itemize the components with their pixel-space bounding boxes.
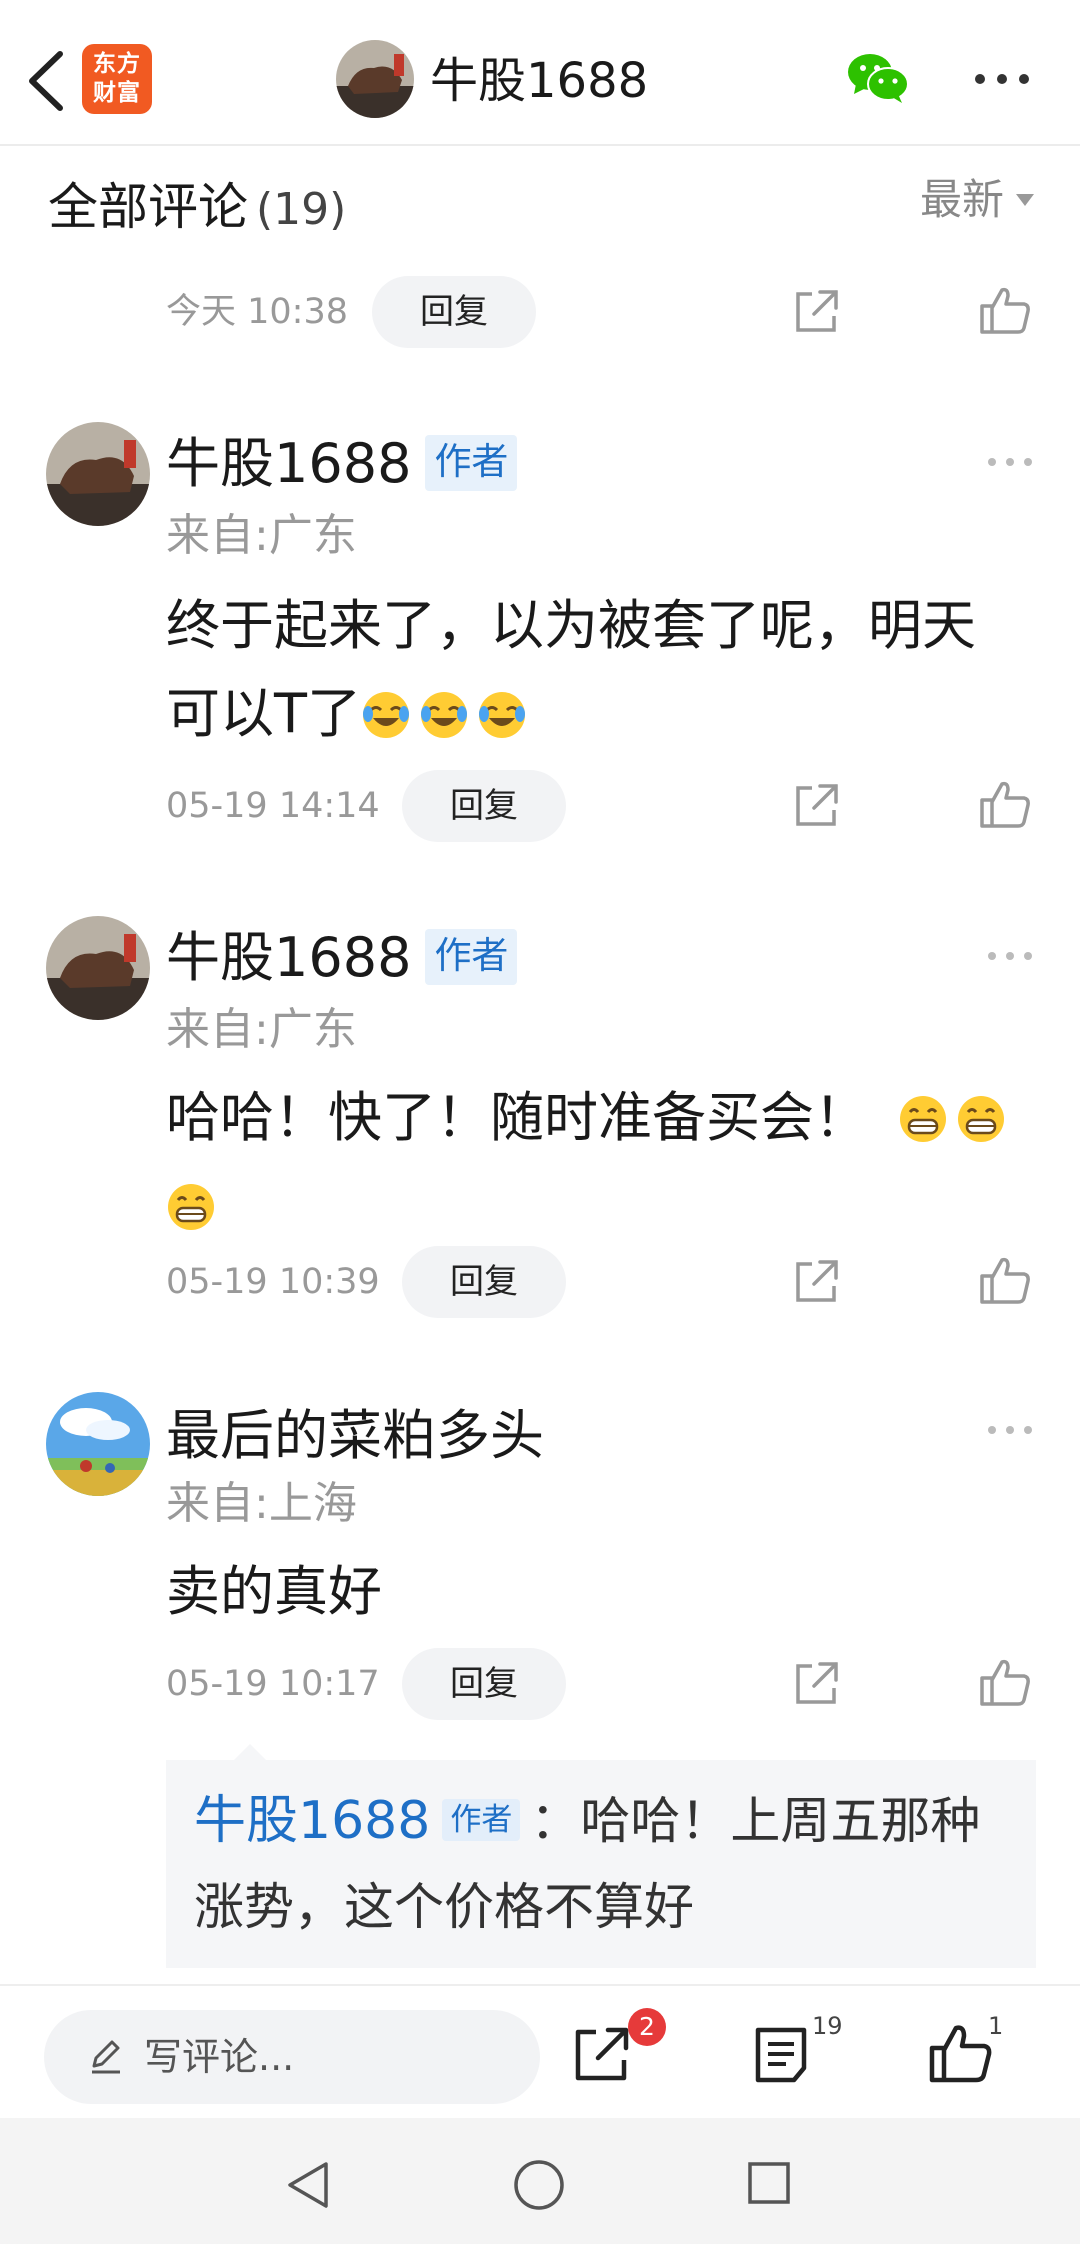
back-arrow-icon[interactable] — [22, 46, 72, 116]
reply-text: 涨势，这个价格不算好 — [194, 1878, 694, 1936]
comment-location: 来自:广东 — [166, 1004, 357, 1055]
grinning-emoji-icon — [958, 1096, 1004, 1142]
more-options-icon[interactable] — [986, 946, 1034, 966]
laughing-crying-emoji-icon — [421, 692, 467, 738]
thumbs-up-icon[interactable] — [978, 778, 1032, 832]
more-options-icon[interactable] — [986, 452, 1034, 472]
comment-text-line: 哈哈！快了！随时准备买会！ — [166, 1074, 1046, 1162]
username-text: 牛股1688 — [166, 432, 412, 495]
thumbs-up-icon[interactable] — [978, 284, 1032, 338]
comment-time: 05-19 10:17 — [166, 1664, 380, 1704]
section-title-text: 全部评论 — [48, 178, 248, 236]
author-avatar[interactable] — [336, 40, 414, 118]
thumbs-up-icon[interactable] — [978, 1254, 1032, 1308]
reply-button[interactable]: 回复 — [402, 1246, 566, 1318]
thumbs-up-icon[interactable] — [928, 2022, 994, 2086]
comments-count: 19 — [812, 2012, 843, 2040]
app-logo[interactable]: 东方 财富 — [82, 44, 152, 114]
author-badge: 作者 — [425, 929, 518, 985]
comment-text: 哈哈！快了！随时准备买会！ — [166, 1074, 1046, 1250]
comment-meta-row: 05-19 10:17 回复 — [166, 1648, 1046, 1720]
avatar[interactable] — [46, 422, 150, 526]
comment-username[interactable]: 牛股1688 作者 — [166, 922, 518, 994]
comment-text-line: 可以T了 — [166, 670, 1046, 758]
comment-location: 来自:上海 — [166, 1478, 357, 1529]
author-badge: 作者 — [442, 1799, 521, 1841]
sort-label: 最新 — [919, 175, 1004, 224]
logo-line-2: 财富 — [93, 80, 141, 106]
system-home-icon[interactable] — [512, 2158, 566, 2212]
page-title: 牛股1688 — [430, 53, 649, 109]
comment-meta-row: 05-19 14:14 回复 — [166, 770, 1046, 842]
username-text: 最后的菜粕多头 — [166, 1404, 544, 1467]
comment-text-fragment: 哈哈！快了！随时准备买会！ — [166, 1086, 868, 1149]
comment-time: 今天 10:38 — [166, 292, 348, 332]
more-options-icon[interactable] — [972, 62, 1032, 96]
reply-username[interactable]: 牛股1688 — [194, 1791, 430, 1851]
comment-input[interactable]: 写评论... — [44, 2010, 540, 2104]
system-recent-apps-icon[interactable] — [746, 2160, 792, 2206]
comment-time: 05-19 14:14 — [166, 786, 380, 826]
username-text: 牛股1688 — [166, 926, 412, 989]
comment-text: 终于起来了，以为被套了呢，明天 可以T了 — [166, 582, 1046, 758]
nested-reply[interactable]: 牛股1688 作者 ：哈哈！上周五那种 涨势，这个价格不算好 — [166, 1744, 1036, 1968]
comment-meta-row: 05-19 10:39 回复 — [166, 1246, 1046, 1318]
input-placeholder: 写评论... — [144, 2035, 295, 2079]
comment-text-fragment: 可以T了 — [166, 682, 361, 745]
comment-location: 来自:广东 — [166, 510, 357, 561]
reply-button[interactable]: 回复 — [372, 276, 536, 348]
sort-dropdown[interactable]: 最新 — [920, 170, 1034, 230]
logo-line-1: 东方 — [93, 51, 141, 77]
likes-count: 1 — [988, 2012, 1004, 2040]
share-icon[interactable] — [790, 1658, 842, 1710]
comment-text-line — [166, 1162, 1046, 1250]
comment-text-line: 卖的真好 — [166, 1560, 382, 1623]
comment-text: 卖的真好 — [166, 1548, 1046, 1636]
system-navigation-bar — [0, 2118, 1080, 2244]
author-badge: 作者 — [425, 435, 518, 491]
comment-username[interactable]: 牛股1688 作者 — [166, 428, 518, 500]
comment-username[interactable]: 最后的菜粕多头 — [166, 1400, 544, 1472]
reply-button[interactable]: 回复 — [402, 1648, 566, 1720]
grinning-emoji-icon — [168, 1184, 214, 1230]
share-icon[interactable] — [790, 286, 842, 338]
comment-count: (19) — [256, 184, 347, 235]
system-back-icon[interactable] — [282, 2158, 334, 2212]
notification-badge: 2 — [628, 2008, 666, 2046]
avatar[interactable] — [46, 916, 150, 1020]
pencil-icon — [92, 2040, 120, 2074]
nested-reply-line: 牛股1688 作者 ：哈哈！上周五那种 — [194, 1778, 1008, 1864]
share-icon[interactable] — [570, 2022, 634, 2086]
top-nav-bar: 东方 财富 牛股1688 — [0, 0, 1080, 146]
bottom-action-bar: 写评论... 2 19 1 — [0, 1984, 1080, 2118]
share-icon[interactable] — [790, 780, 842, 832]
reply-button[interactable]: 回复 — [402, 770, 566, 842]
grinning-emoji-icon — [900, 1096, 946, 1142]
more-options-icon[interactable] — [986, 1420, 1034, 1440]
laughing-crying-emoji-icon — [479, 692, 525, 738]
comment-meta-row: 今天 10:38 回复 — [166, 276, 1046, 348]
comments-section-title: 全部评论 (19) — [48, 172, 346, 245]
reply-text: ：哈哈！上周五那种 — [530, 1792, 981, 1850]
caret-down-icon — [1016, 194, 1034, 206]
share-icon[interactable] — [790, 1256, 842, 1308]
comment-list-icon[interactable] — [752, 2024, 810, 2086]
avatar[interactable] — [46, 1392, 150, 1496]
thumbs-up-icon[interactable] — [978, 1656, 1032, 1710]
comment-time: 05-19 10:39 — [166, 1262, 380, 1302]
laughing-crying-emoji-icon — [363, 692, 409, 738]
comment-text-line: 终于起来了，以为被套了呢，明天 — [166, 594, 976, 657]
wechat-share-icon[interactable] — [846, 50, 910, 106]
